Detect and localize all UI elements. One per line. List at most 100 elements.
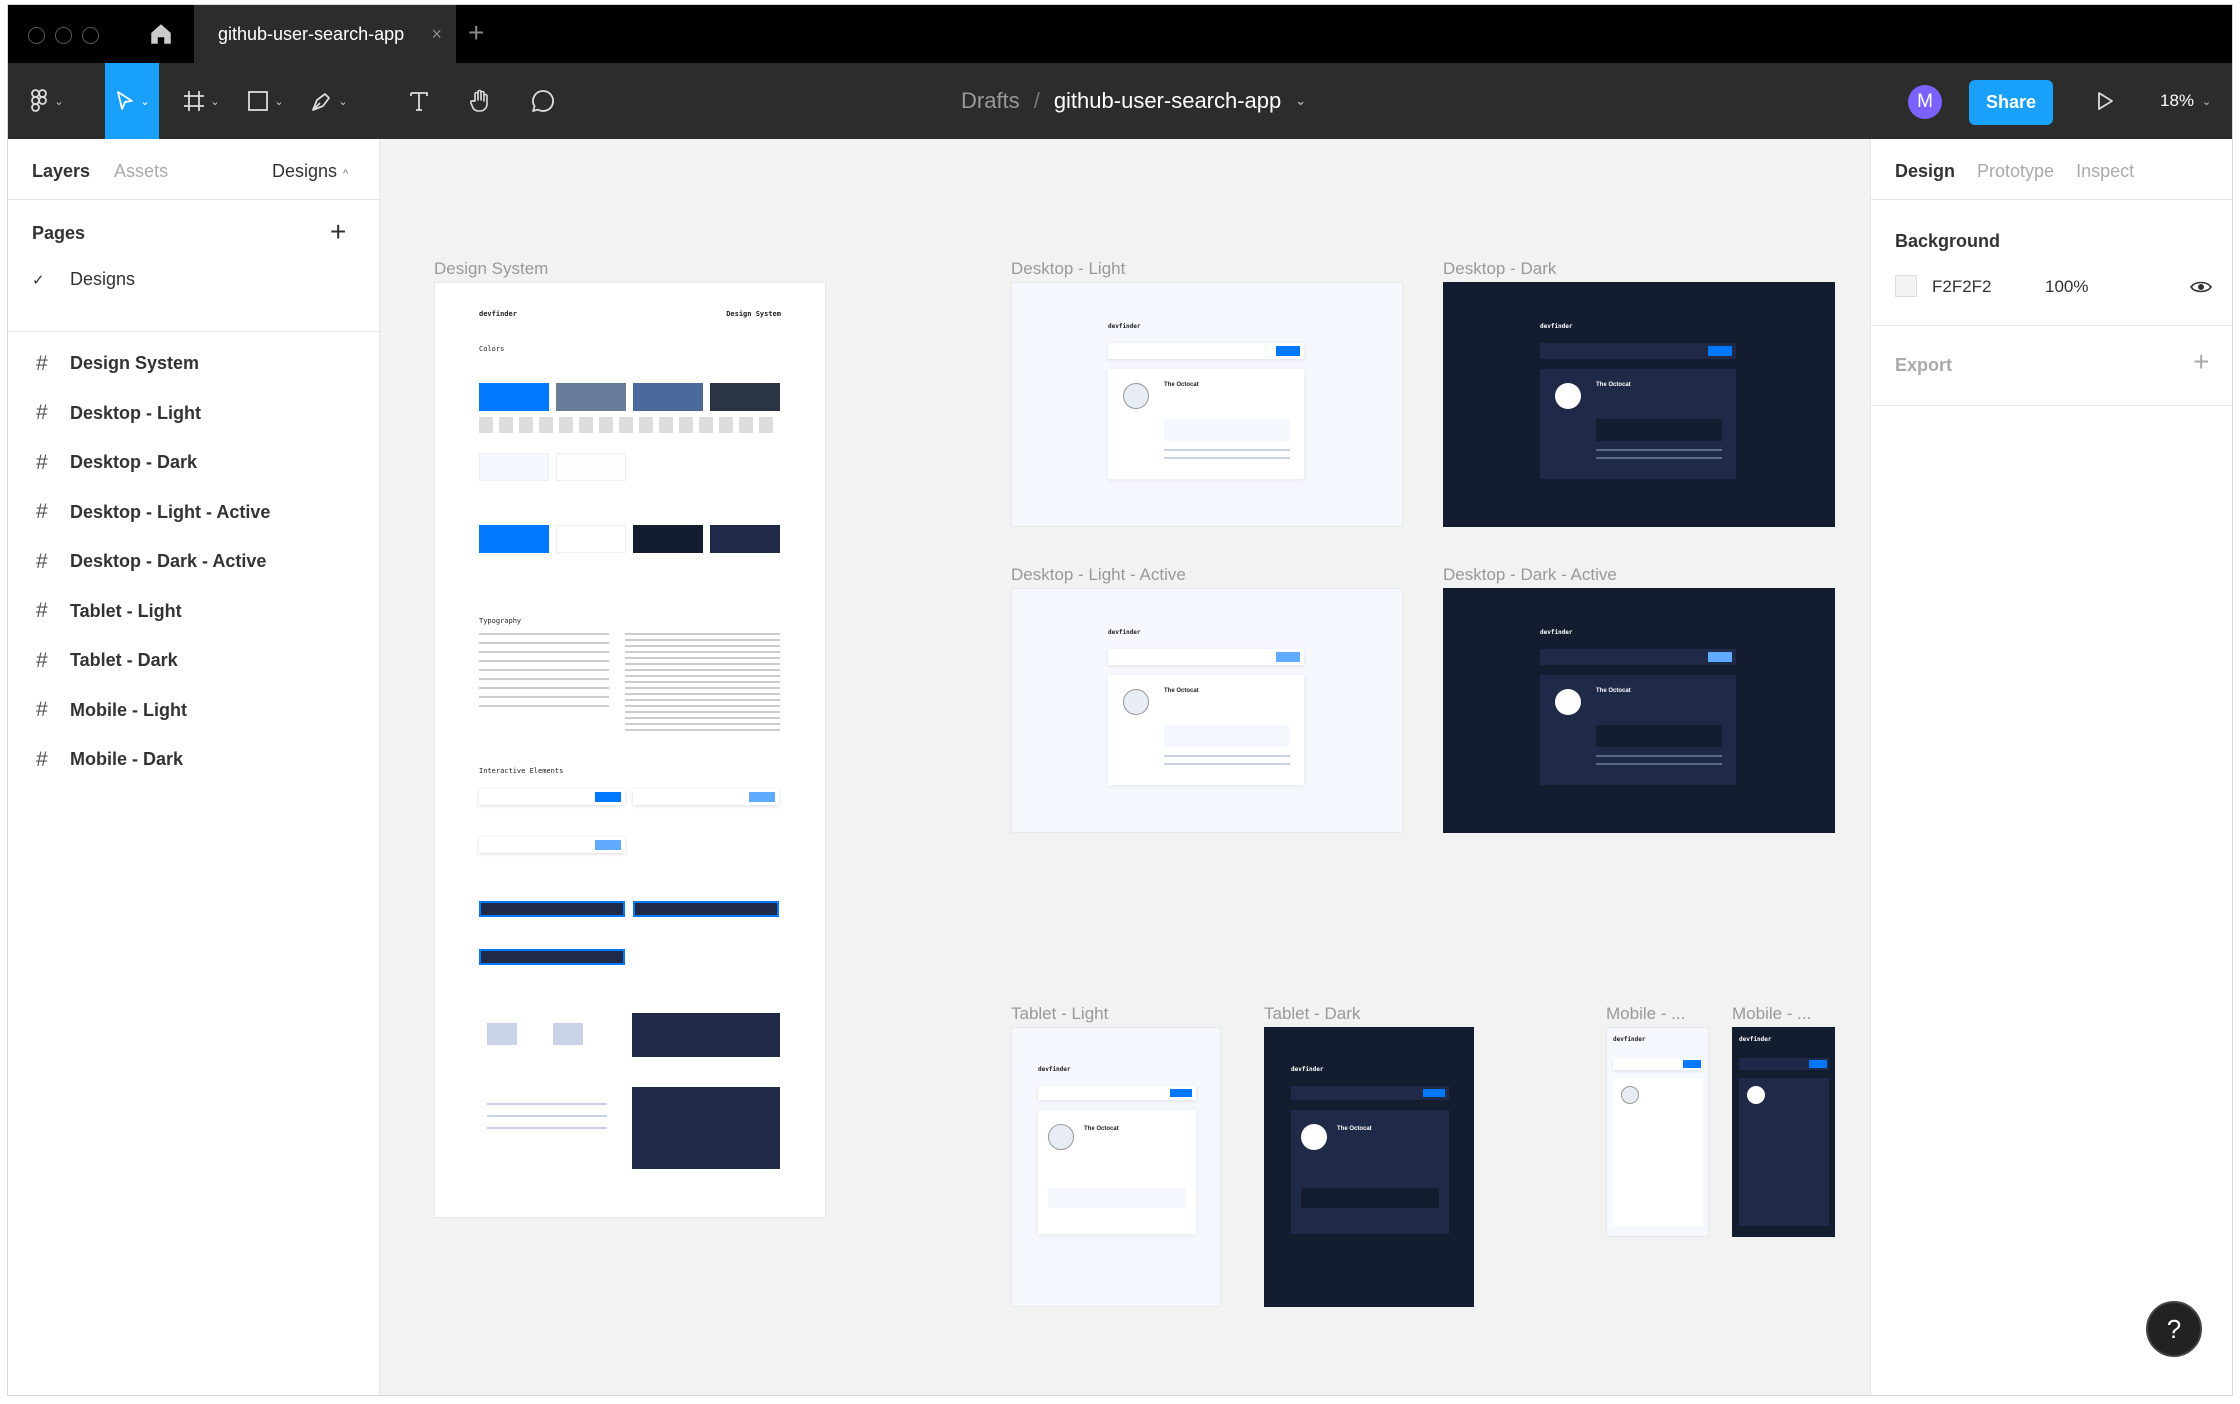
breadcrumb-drafts[interactable]: Drafts <box>961 88 1020 114</box>
swatch-charcoal <box>710 383 780 411</box>
frame-label-desktop-light[interactable]: Desktop - Light <box>1011 259 1125 279</box>
move-tool-button[interactable]: ⌄ <box>105 63 159 139</box>
thumb-logo: devfinder <box>1540 629 1573 636</box>
divider <box>1871 199 2232 200</box>
tab-inspect[interactable]: Inspect <box>2076 161 2134 182</box>
main-menu-button[interactable]: ⌄ <box>22 63 72 139</box>
tab-prototype[interactable]: Prototype <box>1977 161 2054 182</box>
layer-item[interactable]: # Desktop - Light <box>36 389 270 439</box>
layer-item[interactable]: # Tablet - Light <box>36 587 270 637</box>
text-tool-icon <box>410 92 428 111</box>
file-name[interactable]: github-user-search-app <box>1054 88 1281 114</box>
tab-design[interactable]: Design <box>1895 161 1955 182</box>
octocat-avatar <box>1621 1086 1639 1104</box>
frame-tablet-dark[interactable]: devfinder The Octocat <box>1264 1027 1474 1307</box>
layer-item[interactable]: # Tablet - Dark <box>36 636 270 686</box>
search-sample-btn <box>595 792 621 802</box>
new-tab-button[interactable]: + <box>468 17 484 49</box>
frame-label-desktop-light-active[interactable]: Desktop - Light - Active <box>1011 565 1186 585</box>
layer-item[interactable]: # Desktop - Dark <box>36 438 270 488</box>
frame-desktop-dark-active[interactable]: devfinder The Octocat <box>1443 588 1835 833</box>
eye-icon[interactable] <box>2189 275 2213 299</box>
page-switcher[interactable]: Designs ^ <box>272 161 348 182</box>
layer-label: Mobile - Light <box>70 699 187 720</box>
frame-design-system[interactable]: devfinder Design System Colors Typograph… <box>434 282 826 1218</box>
close-tab-icon[interactable]: × <box>431 24 442 45</box>
chevron-down-icon: ⌄ <box>2202 95 2212 108</box>
toggle-light-sample <box>487 1023 607 1045</box>
zoom-menu[interactable]: 18% ⌄ <box>2160 63 2211 139</box>
frame-mobile-light[interactable]: devfinder <box>1606 1027 1709 1237</box>
share-button[interactable]: Share <box>1969 80 2053 125</box>
thumb-search-button <box>1683 1060 1701 1068</box>
frame-tool-button[interactable]: ⌄ <box>176 63 226 139</box>
thumb-logo: devfinder <box>1613 1036 1646 1043</box>
layer-item[interactable]: # Mobile - Dark <box>36 735 270 785</box>
pen-tool-button[interactable]: ⌄ <box>304 63 354 139</box>
frame-layer-list: # Design System # Desktop - Light # Desktop… <box>36 339 270 785</box>
thumb-search <box>1108 343 1304 359</box>
layer-label: Tablet - Light <box>70 600 182 621</box>
file-tab[interactable]: github-user-search-app × <box>194 5 456 63</box>
tab-layers[interactable]: Layers <box>32 161 90 182</box>
frame-icon: # <box>36 549 48 573</box>
tab-assets[interactable]: Assets <box>114 161 168 182</box>
window-controls <box>28 27 99 44</box>
frame-desktop-light-active[interactable]: devfinder The Octocat <box>1011 588 1403 833</box>
frame-label-desktop-dark[interactable]: Desktop - Dark <box>1443 259 1556 279</box>
frame-desktop-dark[interactable]: devfinder The Octocat <box>1443 282 1835 527</box>
thumb-user-name: The Octocat <box>1084 1126 1119 1132</box>
hand-tool-button[interactable] <box>463 63 499 139</box>
present-play-icon[interactable] <box>2093 89 2117 113</box>
page-item-label: Designs <box>70 269 136 289</box>
comment-tool-button[interactable] <box>525 63 561 139</box>
typography-sample <box>479 633 609 713</box>
frame-label-desktop-dark-active[interactable]: Desktop - Dark - Active <box>1443 565 1617 585</box>
canvas[interactable]: Design System Desktop - Light Desktop - … <box>380 139 1870 1395</box>
add-page-button[interactable]: + <box>330 216 346 248</box>
frame-label-tablet-dark[interactable]: Tablet - Dark <box>1264 1004 1360 1024</box>
layer-item[interactable]: # Desktop - Dark - Active <box>36 537 270 587</box>
frame-tablet-light[interactable]: devfinder The Octocat <box>1011 1027 1221 1307</box>
thumb-ds-title: Design System <box>726 310 781 318</box>
chevron-up-icon: ^ <box>343 168 349 180</box>
frame-mobile-dark[interactable]: devfinder <box>1732 1027 1835 1237</box>
frame-label-mobile-dark[interactable]: Mobile - ... <box>1732 1004 1811 1024</box>
home-icon[interactable] <box>148 21 174 47</box>
thumb-logo: devfinder <box>1108 629 1141 636</box>
background-opacity-input[interactable]: 100% <box>2045 277 2088 297</box>
shape-tool-button[interactable]: ⌄ <box>240 63 290 139</box>
divider <box>1871 405 2232 406</box>
frame-icon: # <box>36 698 48 722</box>
pen-tool-icon <box>312 93 331 111</box>
frame-label-tablet-light[interactable]: Tablet - Light <box>1011 1004 1108 1024</box>
rectangle-tool-icon <box>248 91 269 111</box>
avatar[interactable]: M <box>1908 85 1942 119</box>
background-hex-input[interactable]: F2F2F2 <box>1932 277 1992 297</box>
octocat-avatar <box>1555 383 1581 409</box>
minimize-window-button[interactable] <box>55 27 72 44</box>
octocat-avatar <box>1301 1124 1327 1150</box>
layer-label: Desktop - Light - Active <box>70 501 271 522</box>
typography-body <box>625 633 780 733</box>
frame-label-mobile-light[interactable]: Mobile - ... <box>1606 1004 1685 1024</box>
layer-item[interactable]: # Desktop - Light - Active <box>36 488 270 538</box>
add-export-button[interactable]: + <box>2193 346 2209 378</box>
page-item-designs[interactable]: ✓ Designs <box>32 269 135 290</box>
text-tool-button[interactable] <box>401 63 437 139</box>
frame-desktop-light[interactable]: devfinder The Octocat <box>1011 282 1403 527</box>
maximize-window-button[interactable] <box>82 27 99 44</box>
close-window-button[interactable] <box>28 27 45 44</box>
swatch-slate <box>633 383 703 411</box>
chevron-down-icon[interactable]: ⌄ <box>1295 93 1306 109</box>
swatch-blue <box>479 383 549 411</box>
thumb-logo: devfinder <box>479 310 517 318</box>
layer-item[interactable]: # Mobile - Light <box>36 686 270 736</box>
frame-label-design-system[interactable]: Design System <box>434 259 548 279</box>
help-button[interactable]: ? <box>2146 1301 2202 1357</box>
link-dark-sample <box>632 1087 780 1169</box>
thumb-stats <box>1048 1188 1186 1208</box>
thumb-links <box>1596 449 1722 465</box>
background-swatch[interactable] <box>1895 275 1917 297</box>
layer-item[interactable]: # Design System <box>36 339 270 389</box>
